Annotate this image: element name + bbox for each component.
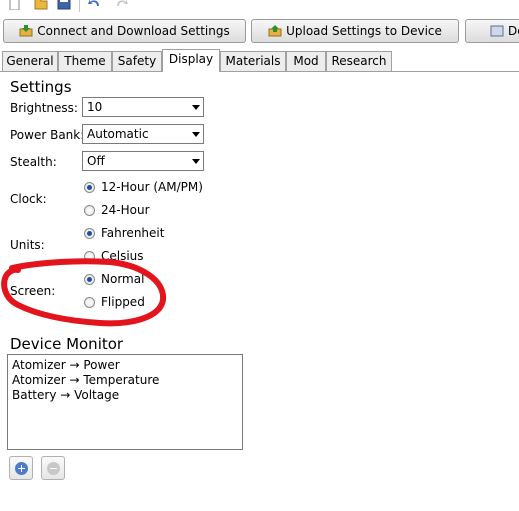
undo-icon[interactable] xyxy=(87,0,101,10)
brightness-value: 10 xyxy=(87,100,103,114)
connect-download-button[interactable]: Connect and Download Settings xyxy=(3,19,246,43)
chevron-down-icon xyxy=(192,105,200,110)
tab-general[interactable]: General xyxy=(2,51,58,71)
new-file-icon[interactable] xyxy=(7,0,21,10)
tab-mod[interactable]: Mod xyxy=(286,51,326,71)
device-icon xyxy=(490,25,504,37)
radio-selected-icon xyxy=(84,273,95,285)
radio-selected-icon xyxy=(84,227,95,239)
list-item[interactable]: Atomizer → Temperature xyxy=(12,373,238,388)
list-item[interactable]: Atomizer → Power xyxy=(12,358,238,373)
power-bank-label: Power Bank: xyxy=(10,128,85,142)
tab-materials[interactable]: Materials xyxy=(220,51,286,71)
power-bank-select[interactable]: Automatic xyxy=(82,124,204,144)
stealth-value: Off xyxy=(87,154,105,168)
units-fahrenheit-label: Fahrenheit xyxy=(101,226,165,240)
clock-24h-radio[interactable]: 24-Hour xyxy=(84,202,150,218)
redo-icon[interactable] xyxy=(115,0,129,10)
clock-12h-label: 12-Hour (AM/PM) xyxy=(101,180,203,194)
connect-download-label: Connect and Download Settings xyxy=(37,24,230,38)
screen-label: Screen: xyxy=(10,284,56,298)
clock-24h-label: 24-Hour xyxy=(101,203,150,217)
radio-selected-icon xyxy=(84,181,95,193)
minus-circle-icon xyxy=(46,461,60,475)
clock-12h-radio[interactable]: 12-Hour (AM/PM) xyxy=(84,179,203,195)
chevron-down-icon xyxy=(192,159,200,164)
tab-theme[interactable]: Theme xyxy=(58,51,112,71)
toolbar-separator xyxy=(79,0,80,12)
quick-access-toolbar xyxy=(0,0,519,14)
third-button-label: De xyxy=(508,24,519,38)
save-icon[interactable] xyxy=(57,0,71,10)
radio-unselected-icon xyxy=(84,204,95,216)
device-monitor-heading: Device Monitor xyxy=(10,335,124,353)
download-box-icon xyxy=(19,25,33,37)
units-fahrenheit-radio[interactable]: Fahrenheit xyxy=(84,225,164,241)
third-toolbar-button[interactable]: De xyxy=(465,19,519,43)
list-item[interactable]: Battery → Voltage xyxy=(12,388,238,403)
radio-unselected-icon xyxy=(84,250,95,262)
screen-normal-label: Normal xyxy=(101,272,145,286)
units-celsius-label: Celsius xyxy=(101,249,144,263)
upload-settings-button[interactable]: Upload Settings to Device xyxy=(251,19,459,43)
add-monitor-button[interactable] xyxy=(9,456,33,480)
brightness-label: Brightness: xyxy=(10,101,78,115)
tab-research[interactable]: Research xyxy=(326,51,392,71)
screen-flipped-radio[interactable]: Flipped xyxy=(84,294,145,310)
tab-strip: General Theme Safety Display Materials M… xyxy=(0,49,519,72)
power-bank-value: Automatic xyxy=(87,127,149,141)
screen-flipped-label: Flipped xyxy=(101,295,145,309)
device-monitor-list[interactable]: Atomizer → Power Atomizer → Temperature … xyxy=(7,354,243,450)
radio-unselected-icon xyxy=(84,296,95,308)
remove-monitor-button[interactable] xyxy=(41,456,65,480)
units-celsius-radio[interactable]: Celsius xyxy=(84,248,144,264)
screen-normal-radio[interactable]: Normal xyxy=(84,271,144,287)
stealth-label: Stealth: xyxy=(10,155,57,169)
units-label: Units: xyxy=(10,238,45,252)
clock-label: Clock: xyxy=(10,192,47,206)
settings-heading: Settings xyxy=(10,78,72,96)
tab-safety[interactable]: Safety xyxy=(112,51,162,71)
upload-settings-label: Upload Settings to Device xyxy=(286,24,442,38)
brightness-select[interactable]: 10 xyxy=(82,97,204,117)
tab-display[interactable]: Display xyxy=(162,49,220,72)
stealth-select[interactable]: Off xyxy=(82,151,204,171)
upload-box-icon xyxy=(268,25,282,37)
chevron-down-icon xyxy=(192,132,200,137)
open-folder-icon[interactable] xyxy=(34,0,48,10)
plus-circle-icon xyxy=(14,461,28,475)
